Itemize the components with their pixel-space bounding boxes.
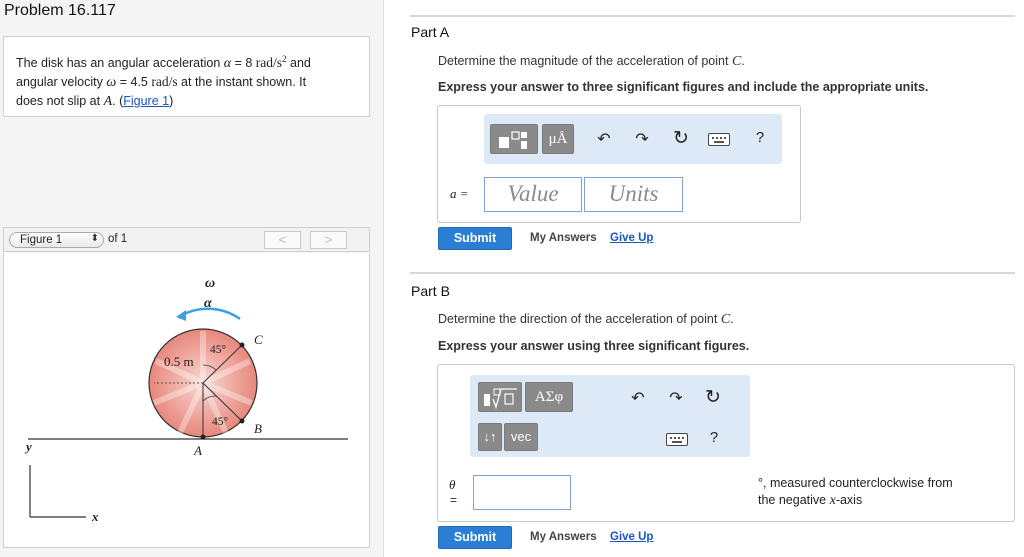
part-b-question: Determine the direction of the accelerat… [438, 312, 734, 327]
angle-unit-note: °, measured counterclockwise from [758, 476, 953, 490]
x-axis-label: x [91, 509, 99, 524]
divider [410, 15, 1015, 17]
label-A: A [193, 443, 202, 458]
problem-title: Problem 16.117 [4, 2, 116, 19]
angle-bottom-label: 45° [212, 416, 229, 428]
part-b-variable-label: θ [449, 477, 456, 492]
value-input[interactable]: Value [484, 177, 582, 212]
part-b-title: Part B [411, 283, 450, 299]
template-radical-icon [484, 388, 517, 410]
undo-icon[interactable]: ↶ [628, 388, 648, 408]
part-a-give-up[interactable]: Give Up [610, 232, 653, 244]
select-arrows-icon: ⬍ [90, 233, 99, 244]
part-b-toolbar: ΑΣφ ↓↑ vec ↶ ↷ ↻ ? [470, 375, 750, 457]
point-A [200, 434, 206, 440]
units-input[interactable]: Units [584, 177, 683, 212]
part-a-instruction: Express your answer to three significant… [438, 80, 929, 94]
problem-panel: Problem 16.117 The disk has an angular a… [0, 0, 384, 557]
greek-button[interactable]: ΑΣφ [525, 382, 573, 412]
next-figure-button[interactable]: > [310, 231, 347, 249]
part-a-toolbar: μÅ ↶ ↷ ↻ ? [484, 114, 782, 164]
template-button[interactable] [490, 124, 538, 154]
alpha-label: α [204, 296, 212, 311]
undo-icon[interactable]: ↶ [594, 129, 614, 149]
figure-link[interactable]: Figure 1 [123, 94, 169, 108]
figure-panel: ω α 0.5 m 45° 45° C B A y x [3, 253, 370, 548]
vec-button[interactable]: vec [504, 423, 538, 451]
part-b-equals: = [450, 493, 458, 507]
part-a-variable-label: a = [450, 186, 469, 201]
figure-nav-bar: Figure 1 ⬍ of 1 < > [3, 227, 370, 252]
part-b-my-answers[interactable]: My Answers [530, 531, 597, 543]
help-icon[interactable]: ? [706, 429, 722, 446]
template-icon [499, 131, 527, 149]
part-a-title: Part A [411, 24, 450, 40]
omega-label: ω [205, 276, 215, 291]
point-B [239, 418, 245, 424]
part-b-answer-box: ΑΣφ ↓↑ vec ↶ ↷ ↻ ? θ = °, measured count… [437, 364, 1015, 522]
answer-panel: Part A Determine the magnitude of the ac… [385, 0, 1024, 557]
reset-icon[interactable]: ↻ [670, 127, 692, 150]
redo-icon[interactable]: ↷ [666, 388, 686, 408]
redo-icon[interactable]: ↷ [632, 129, 652, 149]
part-a-my-answers[interactable]: My Answers [530, 232, 597, 244]
units-button[interactable]: μÅ [542, 124, 574, 154]
reset-icon[interactable]: ↻ [702, 386, 724, 409]
help-icon[interactable]: ? [752, 129, 768, 146]
rotation-arrowhead [176, 310, 186, 321]
problem-statement: The disk has an angular acceleration α =… [3, 36, 370, 117]
part-a-question: Determine the magnitude of the accelerat… [438, 54, 745, 69]
part-a-submit-button[interactable]: Submit [438, 227, 512, 250]
y-axis-label: y [24, 439, 32, 454]
part-b-submit-button[interactable]: Submit [438, 526, 512, 549]
part-b-give-up[interactable]: Give Up [610, 531, 653, 543]
arrows-button[interactable]: ↓↑ [478, 423, 502, 451]
templates-button[interactable] [478, 382, 522, 412]
angle-reference-note: the negative x-axis [758, 493, 863, 508]
angle-input[interactable] [473, 475, 571, 510]
angle-top-label: 45° [210, 344, 227, 356]
point-C [239, 342, 245, 348]
keyboard-icon[interactable] [666, 433, 688, 446]
label-C: C [254, 332, 263, 347]
part-b-instruction: Express your answer using three signific… [438, 339, 750, 353]
label-B: B [254, 421, 262, 436]
disk-figure: ω α 0.5 m 45° 45° C B A y x [24, 276, 348, 524]
part-a-answer-box: μÅ ↶ ↷ ↻ ? a = Value Units [437, 105, 801, 223]
radius-label: 0.5 m [164, 354, 194, 369]
prev-figure-button[interactable]: < [264, 231, 301, 249]
figure-count: of 1 [108, 233, 128, 245]
figure-select[interactable]: Figure 1 ⬍ [9, 232, 104, 248]
keyboard-icon[interactable] [708, 133, 730, 146]
divider [410, 272, 1015, 274]
